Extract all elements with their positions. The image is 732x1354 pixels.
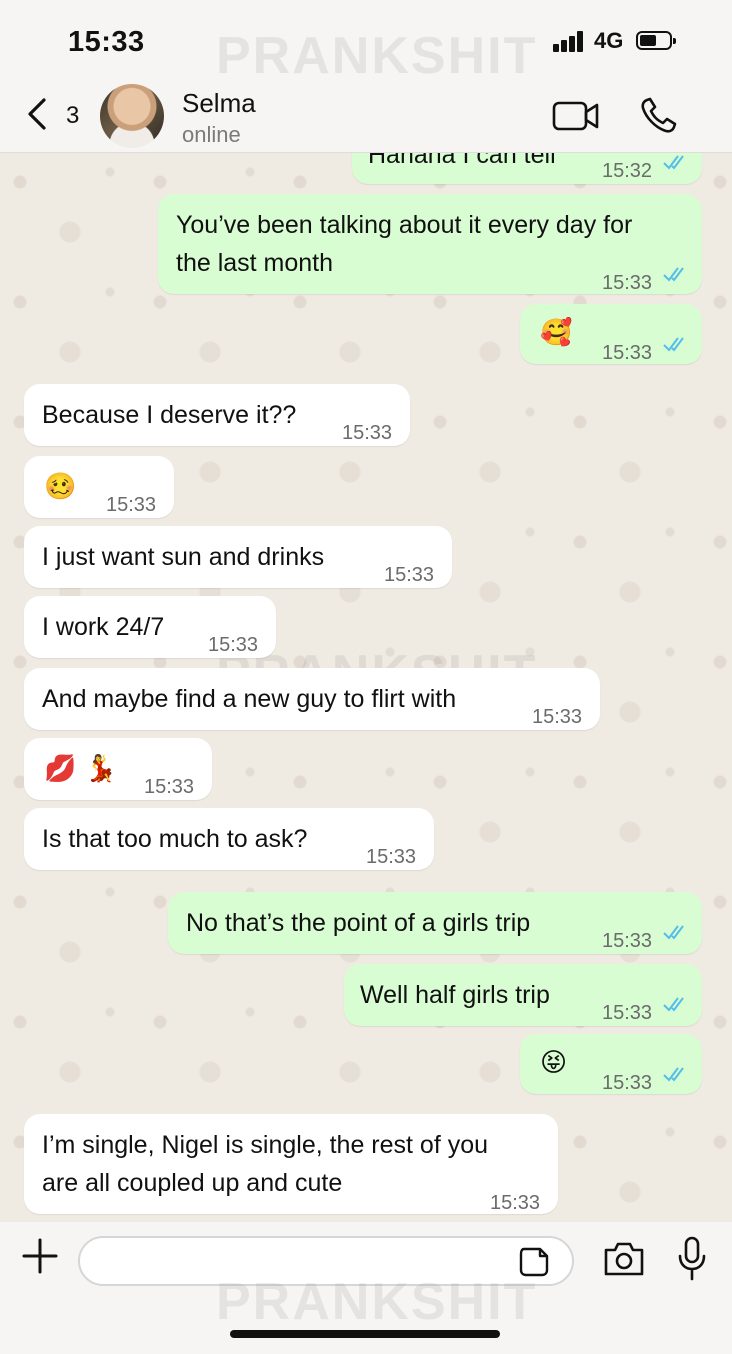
video-call-icon[interactable] xyxy=(552,100,600,132)
read-receipt-icon xyxy=(663,337,684,352)
message-bubble-outgoing[interactable]: No that’s the point of a girls trip 15:3… xyxy=(168,892,702,954)
message-bubble-incoming[interactable]: I’m single, Nigel is single, the rest of… xyxy=(24,1114,558,1214)
message-time: 15:33 xyxy=(602,1002,653,1024)
watermark: PRANKSHIT xyxy=(216,1273,538,1331)
chat-header: 3 Selma online xyxy=(0,80,732,153)
message-text-line: are all coupled up and cute xyxy=(42,1169,343,1197)
message-emoji: 🥴 xyxy=(44,472,77,502)
contact-presence: online xyxy=(182,122,241,147)
message-text: Hahaha I can tell xyxy=(368,152,556,169)
message-time: 15:33 xyxy=(384,564,435,586)
message-composer: PRANKSHIT xyxy=(0,1222,732,1354)
message-emoji: 😝 xyxy=(540,1048,568,1078)
message-text-line: the last month xyxy=(176,249,334,277)
message-bubble-incoming[interactable]: Because I deserve it?? 15:33 xyxy=(24,384,410,446)
message-text: Is that too much to ask? xyxy=(42,825,308,853)
message-bubble-outgoing[interactable]: 😝 15:33 xyxy=(520,1034,702,1094)
message-time: 15:33 xyxy=(144,776,195,798)
read-receipt-icon xyxy=(663,155,684,170)
message-text: I just want sun and drinks xyxy=(42,543,325,571)
message-text: Because I deserve it?? xyxy=(42,401,297,429)
message-text-line: You’ve been talking about it every day f… xyxy=(176,211,633,239)
message-time: 15:33 xyxy=(490,1192,541,1214)
watermark: PRANKSHIT xyxy=(216,27,538,85)
message-bubble-incoming[interactable]: I just want sun and drinks 15:33 xyxy=(24,526,452,588)
message-bubble-outgoing[interactable]: 🥰 15:33 xyxy=(520,304,702,364)
message-bubble-outgoing[interactable]: Hahaha I can tell 15:32 xyxy=(352,152,702,184)
message-bubble-incoming[interactable]: 🥴 15:33 xyxy=(24,456,174,518)
message-time: 15:33 xyxy=(106,494,157,516)
home-indicator[interactable] xyxy=(230,1330,500,1338)
read-receipt-icon xyxy=(663,1067,684,1082)
microphone-icon[interactable] xyxy=(676,1236,708,1282)
message-bubble-incoming[interactable]: I work 24/7 15:33 xyxy=(24,596,276,658)
message-bubble-incoming[interactable]: 💋 💃 15:33 xyxy=(24,738,212,800)
message-bubble-incoming[interactable]: Is that too much to ask? 15:33 xyxy=(24,808,434,870)
chat-background: PRANKSHIT Hahaha I can tell 15:32 You’ve… xyxy=(0,152,732,1222)
status-bar: 15:33 PRANKSHIT 4G xyxy=(0,0,732,85)
unread-count[interactable]: 3 xyxy=(66,102,79,130)
battery-icon xyxy=(636,31,676,50)
phone-call-icon[interactable] xyxy=(638,96,678,136)
camera-icon[interactable] xyxy=(602,1240,646,1278)
message-emoji: 🥰 xyxy=(540,318,573,348)
back-chevron-icon[interactable] xyxy=(24,96,52,132)
read-receipt-icon xyxy=(663,925,684,940)
message-emoji: 💋 💃 xyxy=(44,754,118,784)
status-time: 15:33 xyxy=(68,26,145,58)
message-bubble-incoming[interactable]: And maybe find a new guy to flirt with 1… xyxy=(24,668,600,730)
contact-name[interactable]: Selma xyxy=(182,88,256,119)
message-text: I work 24/7 xyxy=(42,613,165,641)
message-time: 15:33 xyxy=(602,272,653,294)
message-text: No that’s the point of a girls trip xyxy=(186,909,531,937)
read-receipt-icon xyxy=(663,267,684,282)
message-text: And maybe find a new guy to flirt with xyxy=(42,685,457,713)
read-receipt-icon xyxy=(663,997,684,1012)
signal-icon xyxy=(553,30,589,52)
message-text-line: I’m single, Nigel is single, the rest of… xyxy=(42,1131,489,1159)
message-text: Well half girls trip xyxy=(360,981,550,1009)
message-bubble-outgoing[interactable]: You’ve been talking about it every day f… xyxy=(158,194,702,294)
message-time: 15:33 xyxy=(532,706,583,728)
message-time: 15:32 xyxy=(602,160,653,182)
message-bubble-outgoing[interactable]: Well half girls trip 15:33 xyxy=(344,964,702,1026)
message-time: 15:33 xyxy=(342,422,393,444)
message-time: 15:33 xyxy=(602,930,653,952)
plus-icon[interactable] xyxy=(22,1238,58,1274)
message-time: 15:33 xyxy=(208,634,259,656)
message-time: 15:33 xyxy=(602,342,653,364)
message-time: 15:33 xyxy=(602,1072,653,1094)
message-time: 15:33 xyxy=(366,846,417,868)
network-label: 4G xyxy=(594,28,624,53)
avatar[interactable] xyxy=(100,84,164,148)
